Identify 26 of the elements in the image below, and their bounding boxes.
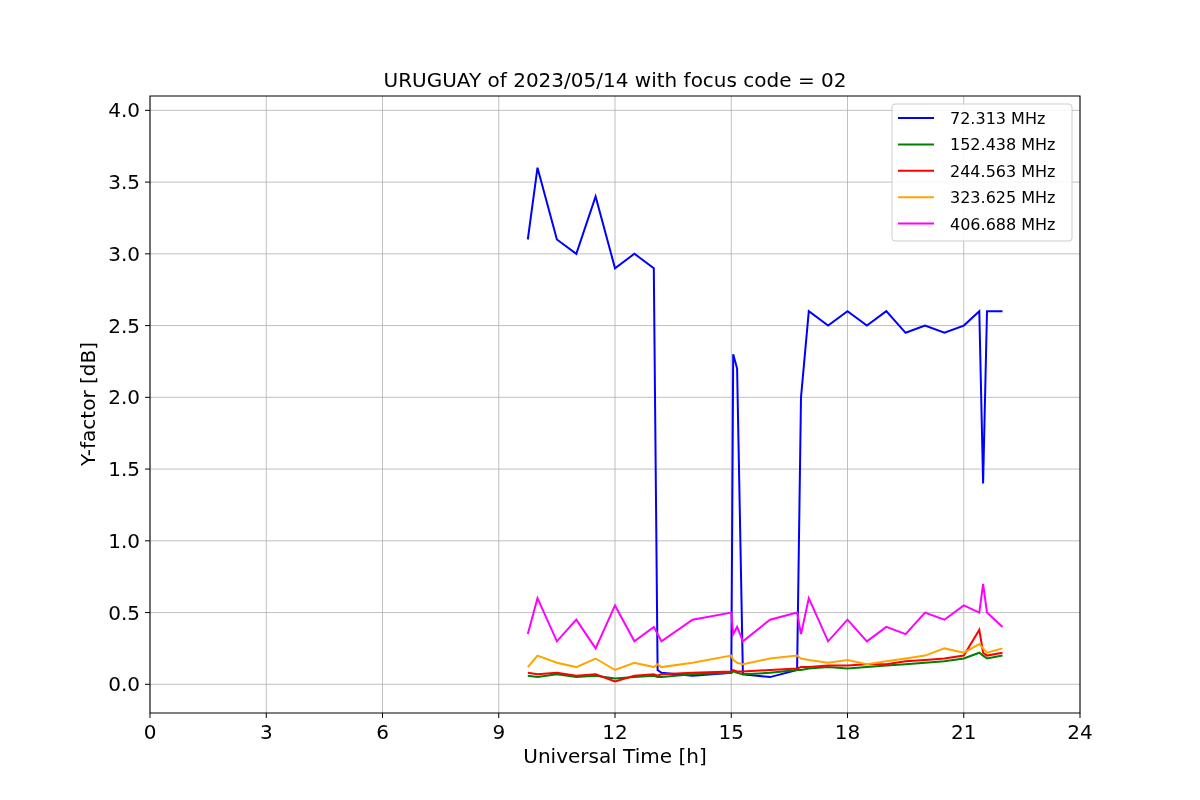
x-tick-label: 24 — [1067, 720, 1093, 744]
y-tick-label: 2.5 — [108, 313, 140, 338]
legend-label: 323.625 MHz — [950, 188, 1056, 208]
x-tick-label: 12 — [602, 720, 628, 744]
x-tick-label: 18 — [834, 720, 861, 744]
legend-label: 244.563 MHz — [950, 161, 1056, 181]
x-axis-label: Universal Time [h] — [523, 744, 707, 768]
x-tick-label: 9 — [492, 720, 506, 744]
x-tick-label: 15 — [718, 720, 744, 744]
x-tick-label: 0 — [143, 720, 157, 744]
legend-label: 152.438 MHz — [950, 135, 1056, 155]
legend-label: 406.688 MHz — [950, 214, 1056, 234]
y-tick-label: 3.5 — [108, 170, 140, 195]
y-tick-label: 2.0 — [108, 385, 140, 410]
y-tick-label: 0.5 — [108, 600, 140, 625]
x-tick-label: 21 — [951, 720, 977, 744]
y-axis-label: Y-factor [dB] — [76, 342, 100, 466]
x-tick-label: 6 — [376, 720, 389, 744]
x-tick-label: 3 — [259, 720, 273, 744]
chart-title: URUGUAY of 2023/05/14 with focus code = 02 — [383, 68, 847, 92]
y-tick-label: 1.5 — [108, 457, 140, 482]
y-tick-label: 3.0 — [108, 241, 140, 266]
y-tick-label: 0.0 — [108, 672, 140, 697]
y-tick-label: 1.0 — [108, 528, 140, 553]
y-tick-label: 4.0 — [108, 98, 140, 123]
legend-label: 72.313 MHz — [950, 109, 1046, 128]
